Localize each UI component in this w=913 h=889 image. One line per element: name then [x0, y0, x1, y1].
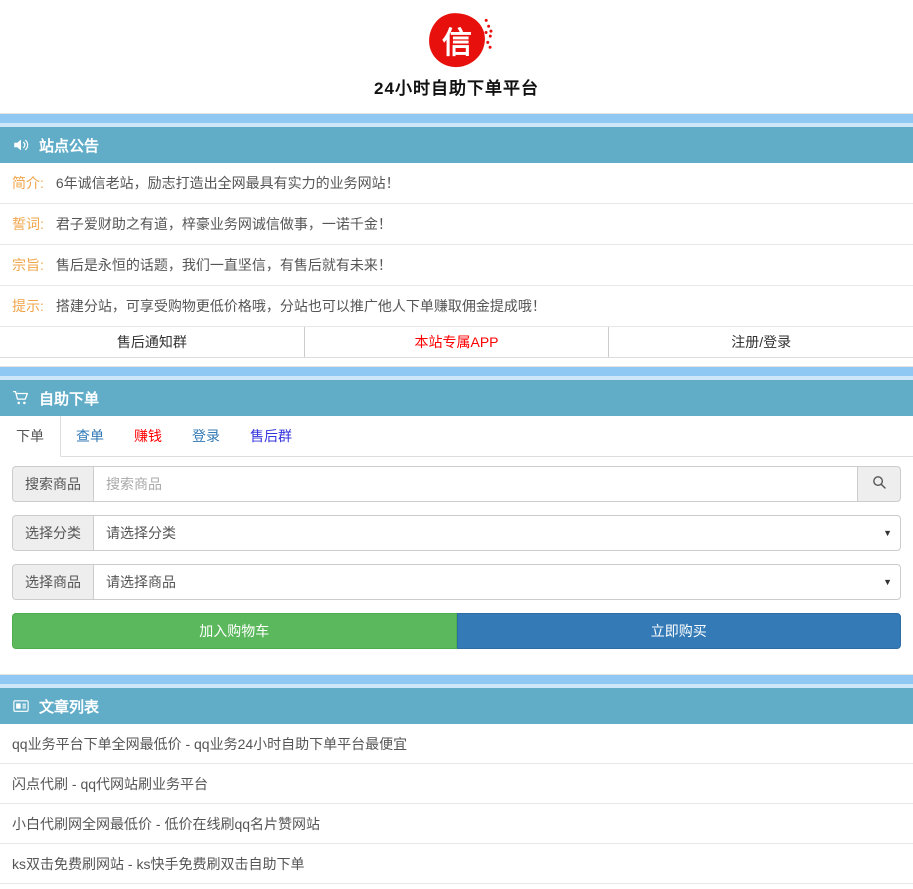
register-login-link[interactable]: 注册/登录	[609, 327, 913, 357]
article-item[interactable]: 小白代刷网全网最低价 - 低价在线刷qq名片赞网站	[0, 804, 913, 844]
category-label: 选择分类	[12, 515, 94, 551]
articles-header-label: 文章列表	[39, 696, 99, 717]
product-label: 选择商品	[12, 564, 94, 600]
aftersale-group-link[interactable]: 售后通知群	[0, 327, 305, 357]
tab-check-order[interactable]: 查单	[61, 416, 119, 456]
action-buttons-row: 加入购物车 立即购买	[12, 613, 901, 649]
tab-aftersale-group[interactable]: 售后群	[235, 416, 307, 456]
search-input[interactable]	[93, 466, 858, 502]
announcement-text: 6年诚信老站，励志打造出全网最具有实力的业务网站！	[56, 173, 400, 193]
article-item[interactable]: 闪点代刷 - qq代网站刷业务平台	[0, 764, 913, 804]
logo-seal-texture	[484, 19, 487, 22]
order-panel-header-label: 自助下单	[39, 388, 99, 409]
product-group: 选择商品 请选择商品 ▼	[12, 564, 901, 600]
announcement-label: 誓词:	[12, 214, 44, 234]
divider-strip	[0, 366, 913, 380]
page: 信 24小时自助下单平台 站点公告 简介: 6年诚信老站，励志打造出全网最具有实…	[0, 0, 913, 889]
site-logo: 信	[427, 11, 487, 69]
product-select[interactable]: 请选择商品	[93, 564, 901, 600]
cart-icon	[12, 389, 30, 407]
search-label: 搜索商品	[12, 466, 94, 502]
speaker-icon	[12, 136, 30, 154]
order-panel: 自助下单 下单 查单 赚钱 登录 售后群 搜索商品 选择分类	[0, 380, 913, 674]
order-panel-header: 自助下单	[0, 380, 913, 416]
tab-login[interactable]: 登录	[177, 416, 235, 456]
announcement-row: 提示: 搭建分站，可享受购物更低价格哦，分站也可以推广他人下单赚取佣金提成哦！	[0, 286, 913, 327]
announcement-row: 简介: 6年诚信老站，励志打造出全网最具有实力的业务网站！	[0, 163, 913, 204]
site-header: 信 24小时自助下单平台	[0, 0, 913, 113]
announcement-text: 君子爱财助之有道，梓豪业务网诚信做事，一诺千金！	[56, 214, 392, 234]
search-button[interactable]	[857, 466, 901, 502]
announcement-label: 简介:	[12, 173, 44, 193]
announcement-row: 宗旨: 售后是永恒的话题，我们一直坚信，有售后就有未来！	[0, 245, 913, 286]
announcement-label: 宗旨:	[12, 255, 44, 275]
article-item[interactable]: ks双击免费刷网站 - ks快手免费刷双击自助下单	[0, 844, 913, 884]
newspaper-icon	[12, 697, 30, 715]
articles-header: 文章列表	[0, 688, 913, 724]
product-select-wrap: 请选择商品 ▼	[93, 564, 901, 600]
buy-now-button[interactable]: 立即购买	[457, 613, 902, 649]
category-group: 选择分类 请选择分类 ▼	[12, 515, 901, 551]
tab-place-order[interactable]: 下单	[0, 416, 61, 457]
category-select[interactable]: 请选择分类	[93, 515, 901, 551]
order-form: 搜索商品 选择分类 请选择分类 ▼ 选择商品	[0, 457, 913, 674]
articles-panel: 文章列表 qq业务平台下单全网最低价 - qq业务24小时自助下单平台最便宜 闪…	[0, 688, 913, 884]
announcement-panel: 站点公告 简介: 6年诚信老站，励志打造出全网最具有实力的业务网站！ 誓词: 君…	[0, 127, 913, 358]
quick-links-row: 售后通知群 本站专属APP 注册/登录	[0, 327, 913, 358]
announcement-header: 站点公告	[0, 127, 913, 163]
announcement-label: 提示:	[12, 296, 44, 316]
article-item[interactable]: qq业务平台下单全网最低价 - qq业务24小时自助下单平台最便宜	[0, 724, 913, 764]
announcement-text: 搭建分站，可享受购物更低价格哦，分站也可以推广他人下单赚取佣金提成哦！	[56, 296, 546, 316]
announcement-row: 誓词: 君子爱财助之有道，梓豪业务网诚信做事，一诺千金！	[0, 204, 913, 245]
divider-strip	[0, 113, 913, 127]
logo-character: 信	[442, 18, 472, 62]
category-select-wrap: 请选择分类 ▼	[93, 515, 901, 551]
search-group: 搜索商品	[12, 466, 901, 502]
site-app-link[interactable]: 本站专属APP	[305, 327, 610, 357]
divider-strip	[0, 674, 913, 688]
order-tabs: 下单 查单 赚钱 登录 售后群	[0, 416, 913, 457]
add-to-cart-button[interactable]: 加入购物车	[12, 613, 457, 649]
search-icon	[871, 474, 888, 494]
tab-earn-money[interactable]: 赚钱	[119, 416, 177, 456]
announcement-text: 售后是永恒的话题，我们一直坚信，有售后就有未来！	[56, 255, 392, 275]
site-title: 24小时自助下单平台	[374, 74, 539, 99]
announcement-header-label: 站点公告	[39, 135, 99, 156]
